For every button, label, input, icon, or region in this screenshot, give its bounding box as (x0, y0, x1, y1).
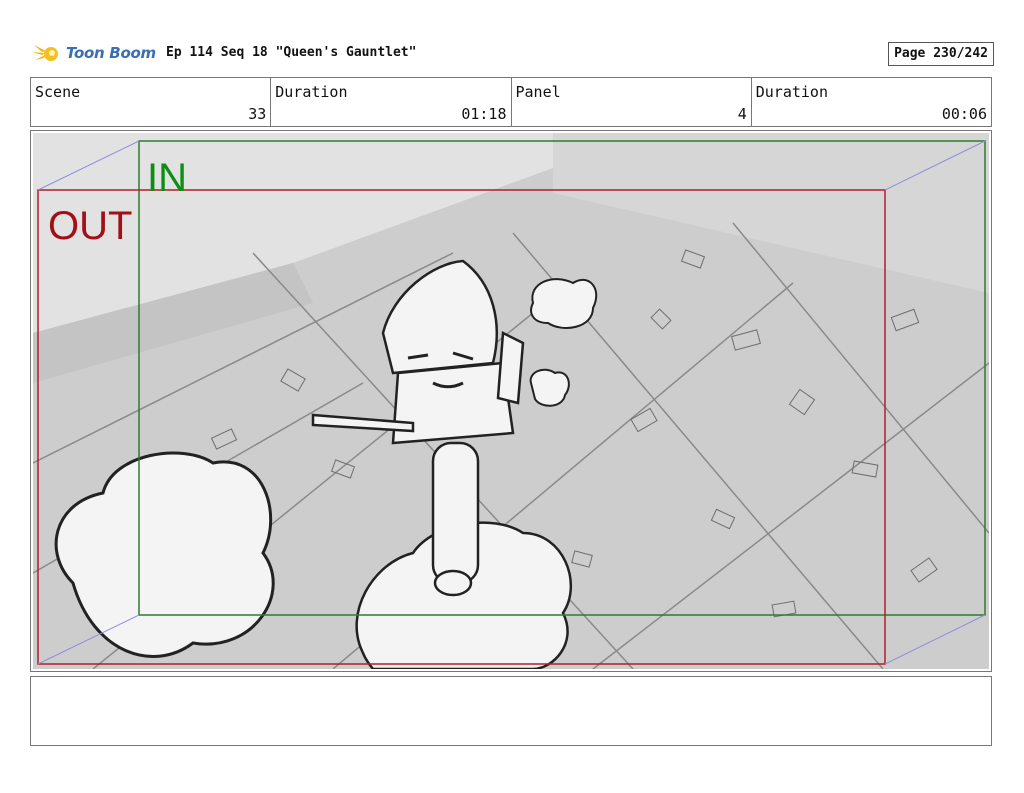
out-frame-label: OUT (48, 204, 133, 248)
scene-value: 33 (248, 105, 267, 123)
scene-duration-value: 01:18 (461, 105, 507, 123)
panel-duration-value: 00:06 (941, 105, 987, 123)
in-frame-label: IN (147, 156, 187, 200)
scene-cell: Scene 33 (31, 78, 272, 126)
storyboard-drawing (33, 133, 989, 669)
storyboard-header: Toon Boom Ep 114 Seq 18 "Queen's Gauntle… (32, 38, 994, 68)
scene-duration-cell: Duration 01:18 (271, 78, 512, 126)
scene-duration-label: Duration (275, 83, 348, 101)
panel-info-row: Scene 33 Duration 01:18 Panel 4 Duration… (30, 77, 992, 127)
notes-box[interactable] (30, 676, 992, 746)
logo-text: Toon Boom (66, 44, 156, 62)
scene-label: Scene (35, 83, 81, 101)
panel-cell: Panel 4 (512, 78, 752, 126)
panel-duration-cell: Duration 00:06 (752, 78, 991, 126)
episode-title: Ep 114 Seq 18 "Queen's Gauntlet" (166, 45, 417, 60)
toon-boom-logo: Toon Boom (32, 40, 156, 66)
panel-label: Panel (515, 83, 561, 101)
sketch-illustration (33, 133, 989, 669)
panel-value: 4 (737, 105, 747, 123)
toon-boom-burst-icon (32, 45, 58, 61)
panel-duration-label: Duration (755, 83, 828, 101)
page-number: Page 230/242 (888, 42, 994, 66)
